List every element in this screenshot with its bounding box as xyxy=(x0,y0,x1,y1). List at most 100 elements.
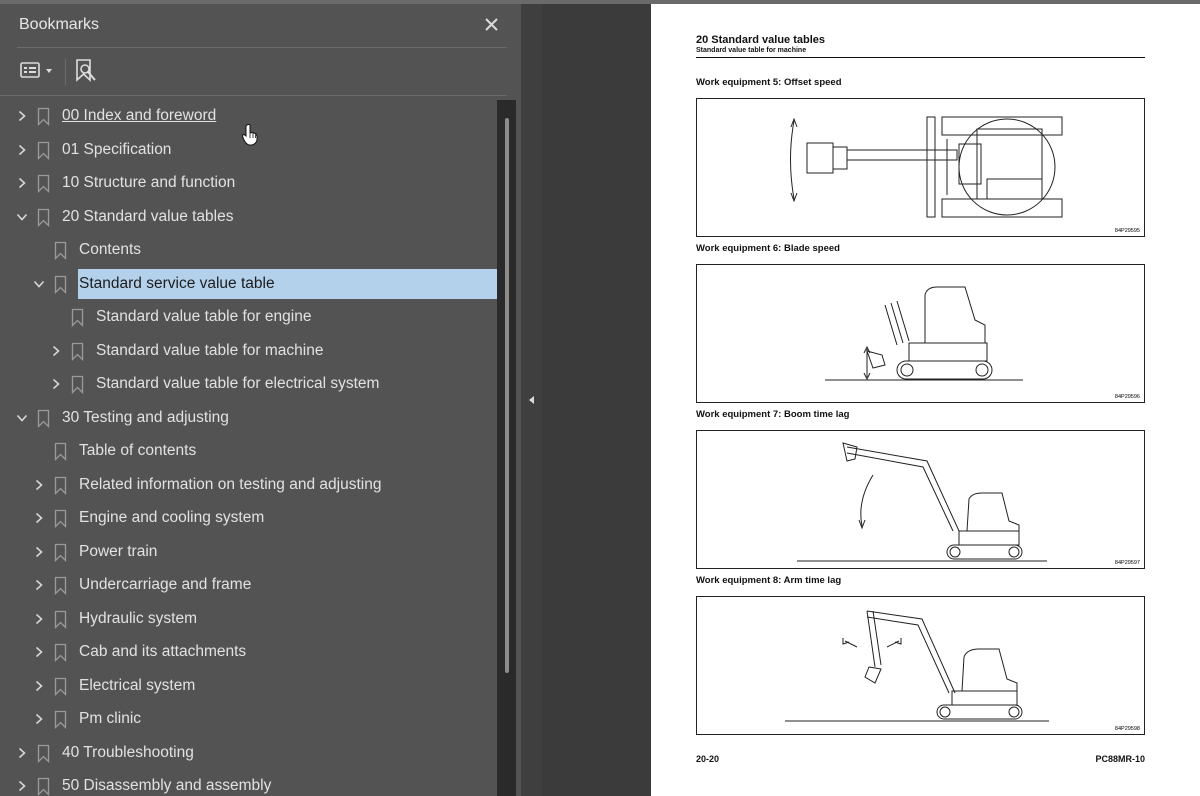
bookmark-item[interactable]: Power train xyxy=(0,537,497,567)
chevron-right-icon[interactable] xyxy=(33,579,45,591)
bookmark-item[interactable]: Standard value table for machine xyxy=(0,336,497,366)
bookmark-label: 30 Testing and adjusting xyxy=(62,408,229,426)
bookmark-item[interactable]: 50 Disassembly and assembly xyxy=(0,771,497,796)
bookmark-label: Cab and its attachments xyxy=(79,643,247,660)
bookmark-icon xyxy=(37,409,50,428)
collapse-panel-button[interactable] xyxy=(526,392,538,408)
bookmark-icon xyxy=(37,174,50,193)
bookmark-icon xyxy=(37,777,50,796)
bookmark-label: 00 Index and foreword xyxy=(62,107,217,124)
bookmark-icon xyxy=(54,576,67,595)
bookmark-item[interactable]: 10 Structure and function xyxy=(0,168,497,198)
chevron-right-icon[interactable] xyxy=(33,613,45,625)
bookmark-label: Undercarriage and frame xyxy=(79,576,252,593)
figure-id: 84P29597 xyxy=(1115,560,1140,566)
bookmark-label: Contents xyxy=(79,241,142,258)
scrollbar-thumb[interactable] xyxy=(505,118,509,673)
figure-offset-speed: 84P29595 xyxy=(696,98,1145,237)
header-rule xyxy=(696,57,1145,58)
bookmark-label: Engine and cooling system xyxy=(79,509,265,526)
excavator-side-view-illustration: 84P29596 xyxy=(825,286,1140,400)
options-menu-button[interactable] xyxy=(19,60,59,84)
chevron-right-icon[interactable] xyxy=(16,144,28,156)
title-divider xyxy=(17,47,507,48)
close-button[interactable] xyxy=(482,12,502,36)
bookmark-item[interactable]: Electrical system xyxy=(0,671,497,701)
bookmark-item[interactable]: Standard service value table xyxy=(0,268,497,299)
close-icon xyxy=(485,18,498,31)
bookmark-item[interactable]: 40 Troubleshooting xyxy=(0,738,497,768)
bookmark-icon xyxy=(54,476,67,495)
bookmark-label: 01 Specification xyxy=(62,140,172,158)
options-menu-icon xyxy=(20,62,52,78)
document-background xyxy=(542,4,651,796)
bookmark-item[interactable]: 20 Standard value tables xyxy=(0,202,497,232)
excavator-boom-illustration: 84P29597 xyxy=(797,442,1140,566)
chevron-right-icon[interactable] xyxy=(33,479,45,491)
toolbar-separator xyxy=(65,59,66,85)
bookmark-item[interactable]: Contents xyxy=(0,235,497,265)
figure-id: 84P29596 xyxy=(1115,394,1140,400)
bookmark-item[interactable]: 30 Testing and adjusting xyxy=(0,403,497,433)
bookmark-item[interactable]: Standard value table for engine xyxy=(0,302,497,332)
bookmark-icon xyxy=(54,710,67,729)
bookmark-label: Electrical system xyxy=(79,676,196,694)
bookmark-icon xyxy=(54,610,67,629)
bookmark-item[interactable]: Related information on testing and adjus… xyxy=(0,470,497,500)
chevron-right-icon[interactable] xyxy=(16,747,28,759)
figure-boom-time-lag: 84P29597 xyxy=(696,430,1145,569)
bookmark-label: Table of contents xyxy=(79,442,197,459)
bookmark-icon xyxy=(54,543,67,562)
page-number: 20-20 xyxy=(696,754,720,764)
bookmark-icon xyxy=(37,107,50,126)
chevron-down-icon[interactable] xyxy=(16,412,28,424)
bookmark-item[interactable]: Engine and cooling system xyxy=(0,503,497,533)
chevron-right-icon[interactable] xyxy=(16,177,28,189)
bookmark-label: Hydraulic system xyxy=(79,609,197,627)
bookmark-icon xyxy=(37,744,50,763)
bookmark-icon xyxy=(54,442,67,461)
bookmark-tree: 00 Index and foreword 01 Specification 10 … xyxy=(0,96,497,796)
bookmark-label: Power train xyxy=(79,542,158,560)
excavator-arm-illustration: 84P29598 xyxy=(785,610,1140,732)
bookmark-icon xyxy=(54,509,67,528)
bookmark-label: 20 Standard value tables xyxy=(62,207,234,225)
bookmark-label: Standard value table for machine xyxy=(96,341,324,359)
chevron-right-icon[interactable] xyxy=(16,110,28,122)
chevron-right-icon[interactable] xyxy=(50,345,62,357)
bookmark-icon xyxy=(54,677,67,696)
chevron-right-icon[interactable] xyxy=(33,646,45,658)
figure-arm-time-lag: 84P29598 xyxy=(696,596,1145,735)
panel-title: Bookmarks xyxy=(19,16,100,33)
bookmark-item[interactable]: Pm clinic xyxy=(0,704,497,734)
figure-caption: Work equipment 5: Offset speed xyxy=(696,77,842,88)
bookmark-item[interactable]: Table of contents xyxy=(0,436,497,466)
chevron-right-icon[interactable] xyxy=(33,546,45,558)
chevron-down-icon[interactable] xyxy=(16,211,28,223)
bookmark-label: Pm clinic xyxy=(79,710,142,727)
chevron-right-icon[interactable] xyxy=(33,680,45,692)
bookmark-label: Related information on testing and adjus… xyxy=(79,475,382,493)
figure-caption: Work equipment 6: Blade speed xyxy=(696,243,840,254)
bookmark-icon xyxy=(54,241,67,260)
chevron-down-icon[interactable] xyxy=(33,278,45,290)
bookmark-label: 10 Structure and function xyxy=(62,174,236,191)
bookmark-item[interactable]: Undercarriage and frame xyxy=(0,570,497,600)
chevron-right-icon[interactable] xyxy=(33,512,45,524)
find-bookmark-icon xyxy=(76,59,96,82)
bookmark-item[interactable]: Standard value table for electrical syst… xyxy=(0,369,497,399)
chevron-right-icon[interactable] xyxy=(16,780,28,792)
page-subtitle: Standard value table for machine xyxy=(696,47,807,54)
bookmark-item[interactable]: Cab and its attachments xyxy=(0,637,497,667)
chevron-right-icon[interactable] xyxy=(50,378,62,390)
bookmark-icon xyxy=(71,375,84,394)
caret-left-icon xyxy=(529,396,534,404)
find-bookmark-button[interactable] xyxy=(74,58,100,86)
hand-cursor-icon xyxy=(241,124,259,146)
figure-id: 84P29595 xyxy=(1115,228,1140,234)
bookmark-item[interactable]: Hydraulic system xyxy=(0,604,497,634)
bookmark-icon xyxy=(37,208,50,227)
bookmark-icon xyxy=(71,308,84,327)
figure-id: 84P29598 xyxy=(1115,726,1140,732)
chevron-right-icon[interactable] xyxy=(33,713,45,725)
